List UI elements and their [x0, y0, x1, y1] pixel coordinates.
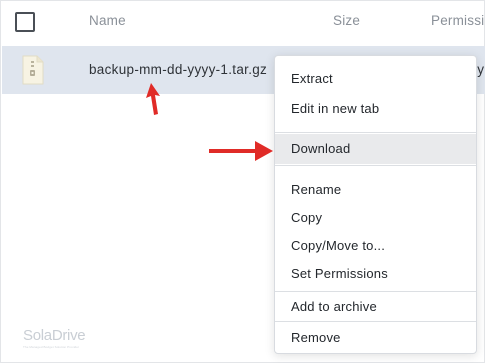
menu-item-download[interactable]: Download	[275, 134, 476, 164]
brand-logo: SolaDrive The Managed Bodget Solution Pr…	[23, 327, 86, 349]
file-manager-panel: Name Size Permissi backup-mm-dd-yyyy-1.t…	[0, 0, 485, 363]
select-all-checkbox[interactable]	[15, 12, 35, 32]
column-header-permissions[interactable]: Permissi	[431, 13, 484, 28]
menu-divider	[275, 132, 476, 133]
menu-item-remove[interactable]: Remove	[275, 323, 476, 353]
column-header-size[interactable]: Size	[333, 13, 360, 28]
annotation-arrow-right-icon	[209, 141, 273, 161]
menu-divider	[275, 321, 476, 322]
file-name: backup-mm-dd-yyyy-1.tar.gz	[89, 62, 268, 77]
menu-item-extract[interactable]: Extract	[275, 64, 476, 94]
menu-item-rename[interactable]: Rename	[275, 175, 476, 205]
table-header: Name Size Permissi	[1, 1, 485, 43]
file-permissions: y	[477, 62, 484, 77]
menu-item-copy[interactable]: Copy	[275, 203, 476, 233]
context-menu: Extract Edit in new tab Download Rename …	[274, 55, 477, 354]
menu-item-edit-in-new-tab[interactable]: Edit in new tab	[275, 94, 476, 124]
menu-divider	[275, 165, 476, 166]
menu-item-add-to-archive[interactable]: Add to archive	[275, 292, 476, 322]
archive-file-icon	[22, 55, 44, 85]
brand-logo-text: SolaDrive	[23, 327, 86, 344]
menu-item-set-permissions[interactable]: Set Permissions	[275, 259, 476, 289]
brand-tagline: The Managed Bodget Solution Provider	[23, 345, 80, 349]
annotation-arrow-up-icon	[146, 83, 160, 115]
menu-item-copy-move-to[interactable]: Copy/Move to...	[275, 231, 476, 261]
column-header-name[interactable]: Name	[89, 13, 126, 28]
